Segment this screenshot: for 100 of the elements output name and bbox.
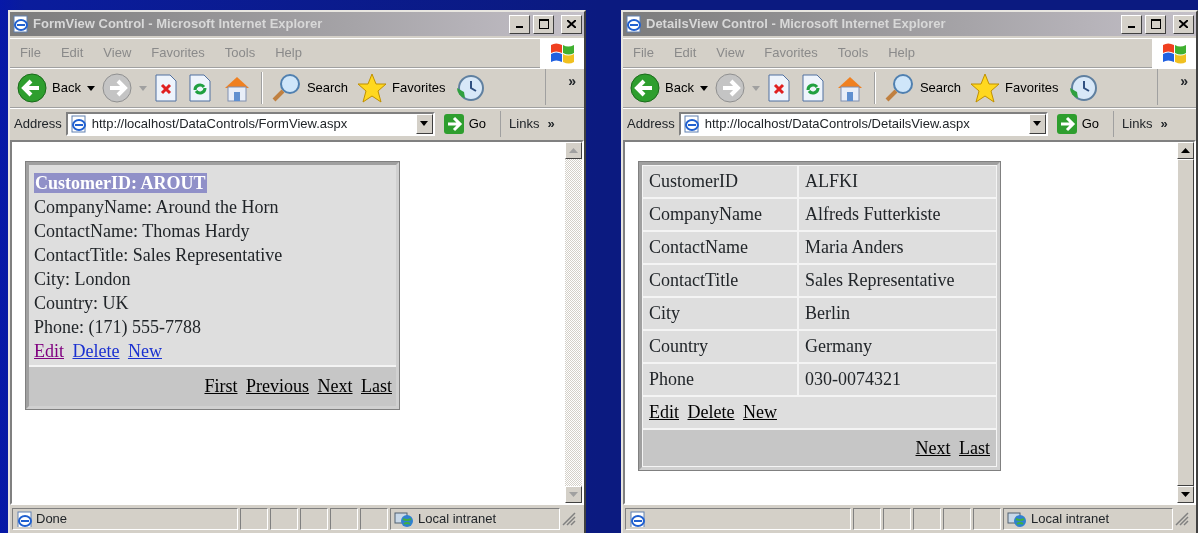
action-link[interactable]: Edit	[649, 402, 679, 422]
pager-link[interactable]: Next	[915, 437, 951, 458]
toolbar-overflow-button[interactable]: »	[1157, 69, 1192, 105]
browser-page-icon	[682, 114, 701, 133]
browser-page-icon	[12, 15, 30, 33]
star-icon	[356, 72, 389, 104]
intranet-globe-icon	[394, 510, 414, 528]
field-text: Phone: (171) 555-7788	[34, 316, 202, 339]
pager-link[interactable]: Last	[361, 376, 392, 396]
scroll-down-icon[interactable]	[1181, 492, 1190, 497]
field-text: ContactName: Thomas Hardy	[34, 220, 251, 243]
magnifier-icon	[883, 72, 916, 104]
window-title: FormView Control - Microsoft Internet Explorer	[33, 15, 324, 34]
address-label: Address	[627, 114, 675, 133]
field-value-cell: Sales Representative	[798, 264, 997, 297]
flag-logo-icon	[1161, 41, 1187, 65]
links-overflow-button[interactable]: »	[547, 113, 555, 134]
address-field[interactable]: http://localhost/DataControls/FormView.aspx	[65, 111, 435, 136]
action-link[interactable]: New	[742, 402, 777, 422]
refresh-icon	[186, 73, 213, 103]
status-panel	[270, 508, 298, 530]
field-value-cell: Maria Anders	[798, 231, 997, 264]
address-field[interactable]: http://localhost/DataControls/DetailsView.aspx	[678, 111, 1048, 136]
field-text: Country: UK	[34, 292, 130, 315]
dropdown-caret-icon[interactable]	[699, 85, 708, 91]
status-panel	[943, 508, 971, 530]
links-button[interactable]: Links	[509, 113, 540, 134]
status-text-panel: Done	[12, 508, 238, 530]
maximize-button[interactable]	[1145, 14, 1166, 34]
field-name-cell: ContactName	[642, 231, 798, 264]
status-panel	[360, 508, 388, 530]
security-zone-panel: Local intranet	[1003, 508, 1173, 530]
status-panel	[883, 508, 911, 530]
window-title: DetailsView Control - Microsoft Internet Explorer	[646, 15, 947, 34]
close-button[interactable]	[561, 14, 582, 34]
status-panel	[913, 508, 941, 530]
magnifier-icon	[270, 72, 303, 104]
status-panel	[973, 508, 1001, 530]
page-status-icon	[16, 511, 32, 527]
maximize-icon	[538, 19, 549, 29]
field-name-cell: CustomerID	[642, 165, 798, 198]
field-name-cell: ContactTitle	[642, 264, 798, 297]
dropdown-caret-icon[interactable]	[420, 121, 429, 126]
go-button[interactable]: Go	[438, 112, 491, 135]
action-link[interactable]: Edit	[34, 341, 64, 361]
pager-link[interactable]: Next	[317, 376, 353, 396]
close-button[interactable]	[1173, 14, 1194, 34]
resize-grip-icon[interactable]	[1175, 512, 1189, 526]
links-overflow-button[interactable]: »	[1160, 113, 1168, 134]
back-button[interactable]: Back	[14, 72, 83, 104]
vertical-scrollbar[interactable]	[1177, 142, 1194, 503]
field-value-cell: Alfreds Futterkiste	[798, 198, 997, 231]
address-label: Address	[14, 114, 62, 133]
browser-page-icon	[69, 114, 88, 133]
security-zone-panel: Local intranet	[390, 508, 560, 530]
pager-link[interactable]: Last	[959, 437, 990, 458]
dropdown-caret-icon[interactable]	[1033, 121, 1042, 126]
action-link[interactable]: Delete	[72, 341, 120, 361]
page-status-icon	[629, 511, 645, 527]
browser-page-icon	[625, 15, 643, 33]
back-button[interactable]: Back	[627, 72, 696, 104]
close-icon	[1179, 20, 1188, 28]
maximize-button[interactable]	[533, 14, 554, 34]
favorites-button[interactable]: Favorites	[354, 72, 448, 104]
stop-icon	[765, 73, 792, 103]
action-link[interactable]: Delete	[687, 402, 735, 422]
status-panel	[300, 508, 328, 530]
field-name-cell: City	[642, 297, 798, 330]
intranet-globe-icon	[1007, 510, 1027, 528]
field-value-cell: ALFKI	[798, 165, 997, 198]
links-button[interactable]: Links	[1122, 113, 1153, 134]
minimize-button[interactable]	[1121, 14, 1142, 34]
field-value-cell: Germany	[798, 330, 997, 363]
pager-link[interactable]: Previous	[246, 376, 309, 396]
search-button[interactable]: Search	[881, 72, 964, 104]
dropdown-caret-icon[interactable]	[86, 85, 95, 91]
status-panel	[853, 508, 881, 530]
status-panel	[240, 508, 268, 530]
pager-link[interactable]: First	[204, 376, 238, 396]
close-icon	[567, 20, 576, 28]
minimize-button[interactable]	[509, 14, 530, 34]
record-header: CustomerID: AROUT	[34, 173, 207, 193]
stop-icon	[152, 73, 179, 103]
star-icon	[969, 72, 1002, 104]
toolbar-overflow-button[interactable]: »	[545, 69, 580, 105]
field-text: ContactTitle: Sales Representative	[34, 244, 284, 267]
status-panel	[330, 508, 358, 530]
field-name-cell: CompanyName	[642, 198, 798, 231]
field-value-cell: Berlin	[798, 297, 997, 330]
scroll-up-icon[interactable]	[1181, 148, 1190, 153]
favorites-button[interactable]: Favorites	[967, 72, 1061, 104]
field-name-cell: Phone	[642, 363, 798, 396]
search-button[interactable]: Search	[268, 72, 351, 104]
maximize-icon	[1150, 19, 1161, 29]
action-link[interactable]: New	[127, 341, 162, 361]
resize-grip-icon[interactable]	[562, 512, 576, 526]
refresh-icon	[799, 73, 826, 103]
go-button[interactable]: Go	[1051, 112, 1104, 135]
field-name-cell: Country	[642, 330, 798, 363]
field-text: CompanyName: Around the Horn	[34, 196, 280, 219]
